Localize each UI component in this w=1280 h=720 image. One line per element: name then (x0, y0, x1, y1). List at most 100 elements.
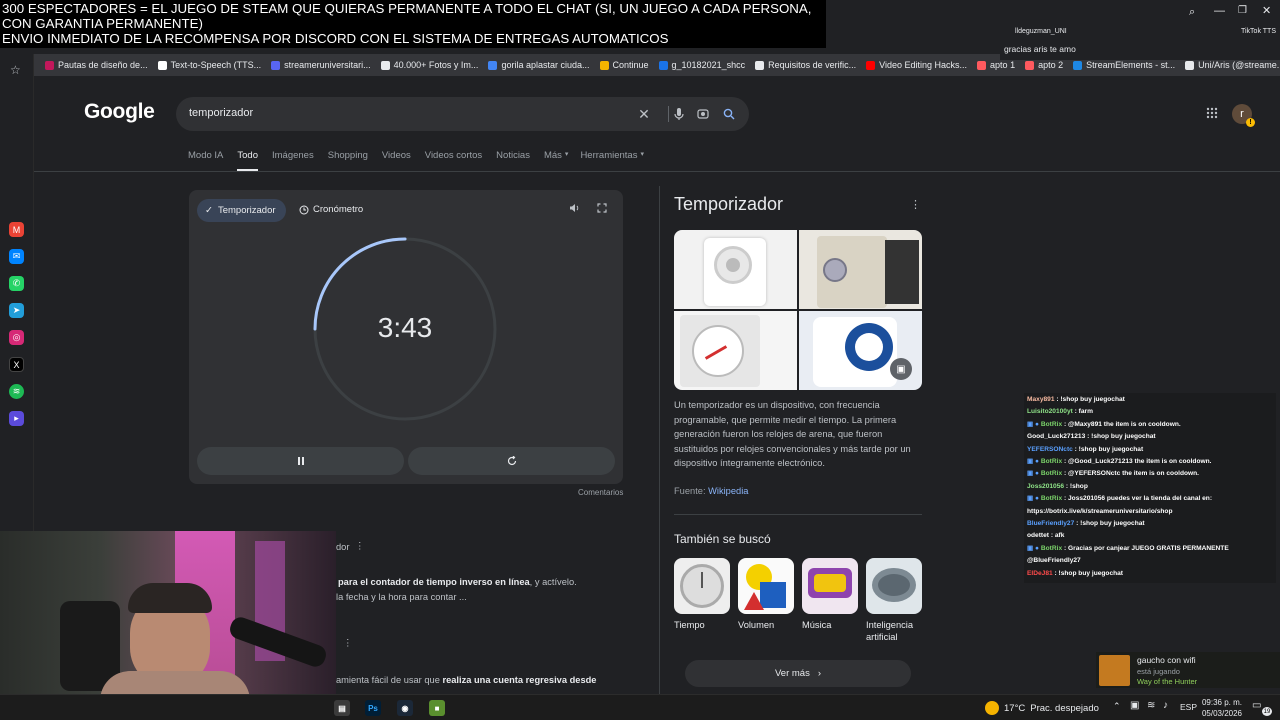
tab-todo[interactable]: Todo (237, 150, 258, 171)
chat-text: : @Maxy891 the item is on cooldown. (1062, 420, 1181, 428)
bookmark-item[interactable]: Text-to-Speech (TTS... (153, 54, 267, 76)
pause-button[interactable] (197, 447, 404, 475)
star-icon[interactable]: ☆ (10, 63, 21, 77)
timer-image-3[interactable] (674, 311, 797, 390)
sound-icon[interactable] (569, 203, 580, 216)
tab-noticias[interactable]: Noticias (496, 150, 530, 171)
lens-icon[interactable] (695, 106, 711, 122)
search-icon[interactable] (721, 106, 737, 122)
file-explorer-icon[interactable]: ▤ (334, 700, 350, 716)
wikipedia-link[interactable]: Wikipedia (708, 486, 748, 496)
tab-videos-cortos[interactable]: Videos cortos (425, 150, 482, 171)
volume-icon[interactable]: ♪ (1163, 700, 1168, 711)
x-icon[interactable]: X (9, 357, 24, 372)
result-menu-icon[interactable]: ⋮ (343, 638, 352, 649)
tab-imágenes[interactable]: Imágenes (272, 150, 314, 171)
wifi-icon[interactable]: ≋ (1147, 700, 1155, 711)
bookmark-item[interactable]: Requisitos de verific... (750, 54, 861, 76)
bookmark-favicon-icon (1185, 60, 1195, 70)
timer-image-2[interactable] (799, 230, 922, 309)
banner-line: ENVIO INMEDIATO DE LA RECOMPENSA POR DIS… (2, 31, 669, 46)
knowledge-description: Un temporizador es un dispositivo, con f… (674, 400, 911, 469)
close-window-icon[interactable]: ✕ (1262, 4, 1271, 17)
google-logo[interactable]: Google (84, 100, 155, 124)
tab-más[interactable]: Más (544, 150, 562, 171)
tab-stopwatch[interactable]: Cronómetro (299, 204, 363, 215)
chat-message: EIDeJ81 : !shop buy juegochat (1027, 570, 1123, 578)
bookmark-item[interactable]: g_10182021_shcc (654, 54, 751, 76)
result-menu-icon[interactable]: ⋮ (355, 541, 364, 552)
tab-shopping[interactable]: Shopping (328, 150, 368, 171)
related-label: Inteligencia artificial (866, 620, 914, 642)
bookmark-item[interactable]: streameruniversitari... (266, 54, 376, 76)
search-box[interactable]: temporizador ✕ (176, 97, 749, 131)
bookmark-favicon-icon (755, 60, 765, 70)
chat-text: : @Good_Luck271213 the item is on cooldo… (1062, 458, 1212, 465)
source-label: Fuente: (674, 486, 709, 496)
spotify-icon[interactable]: ≋ (9, 384, 24, 399)
related-searches: Tiempo Volumen Música Inteligencia artif… (674, 558, 922, 643)
tab-modo-ia[interactable]: Modo IA (188, 150, 223, 171)
chevron-down-icon: ▾ (640, 151, 644, 158)
clear-icon[interactable]: ✕ (636, 106, 652, 122)
image-gallery-icon[interactable]: ▣ (890, 358, 912, 380)
related-item[interactable]: Música (802, 558, 858, 643)
bookmark-label: 40.000+ Fotos y Im... (393, 60, 479, 70)
see-more-button[interactable]: Ver más › (685, 660, 911, 687)
tab-herramientas[interactable]: Herramientas (580, 150, 637, 171)
chat-username: EIDeJ81 (1027, 569, 1053, 577)
apps-grid-icon[interactable] (1206, 107, 1220, 121)
knowledge-images[interactable]: ▣ (674, 230, 922, 390)
language-indicator[interactable]: ESP (1180, 702, 1197, 712)
reset-button[interactable] (408, 447, 615, 475)
avatar[interactable]: r! (1232, 104, 1255, 127)
photoshop-icon[interactable]: Ps (365, 700, 381, 716)
avatar-initial: r (1240, 108, 1244, 120)
telegram-icon[interactable]: ➤ (9, 303, 24, 318)
related-item[interactable]: Volumen (738, 558, 794, 643)
related-label: Música (802, 620, 832, 630)
taskbar: ▤ Ps ◉ ■ 17°C Prac. despejado ⌃ ▣ ≋ ♪ ES… (0, 694, 1280, 720)
app-icon[interactable]: ▸ (9, 411, 24, 426)
activity-status: está jugando (1137, 667, 1180, 676)
result-snippet-line2: la fecha y la hora para contar ... (336, 592, 467, 602)
mic-icon[interactable] (668, 106, 684, 122)
messenger-icon[interactable]: ✉ (9, 249, 24, 264)
tray-expand-icon[interactable]: ⌃ (1113, 701, 1121, 712)
instagram-icon[interactable]: ◎ (9, 330, 24, 345)
bookmark-item[interactable]: 40.000+ Fotos y Im... (376, 54, 484, 76)
bookmark-item[interactable]: Pautas de diseño de... (40, 54, 153, 76)
search-input[interactable]: temporizador (189, 107, 253, 119)
clock[interactable]: 09:36 p. m. 05/03/2026 (1198, 697, 1242, 719)
chat-text: : !shop buy juegochat (1054, 396, 1125, 403)
related-item[interactable]: Tiempo (674, 558, 730, 643)
gmail-icon[interactable]: M (9, 222, 24, 237)
chat-text: : afk (1048, 532, 1065, 540)
more-options-icon[interactable]: ⋮ (910, 198, 921, 211)
comments-link[interactable]: Comentarios (578, 488, 623, 497)
steam-icon[interactable]: ◉ (397, 700, 413, 716)
bookmark-item[interactable]: gorila aplastar ciuda... (483, 54, 594, 76)
timer-image-1[interactable] (674, 230, 797, 309)
search-tabs-icon[interactable]: ⌕ (1189, 6, 1195, 19)
related-item[interactable]: Inteligencia artificial (866, 558, 922, 643)
restore-icon[interactable]: ❐ (1238, 5, 1247, 16)
bookmark-item[interactable]: Continue (595, 54, 654, 76)
chat-text: : !shop (1064, 482, 1088, 490)
minimize-icon[interactable]: — (1214, 5, 1225, 17)
tab-videos[interactable]: Videos (382, 150, 411, 171)
tray-icon[interactable]: ▣ (1130, 700, 1139, 711)
weather-widget[interactable]: 17°C Prac. despejado (985, 701, 1099, 715)
tab-timer[interactable]: ✓ Temporizador (197, 199, 286, 222)
search-tabs: Modo IA Todo Imágenes Shopping Videos Videos … (188, 150, 656, 171)
whatsapp-icon[interactable]: ✆ (9, 276, 24, 291)
bookmark-item[interactable]: Video Editing Hacks... (861, 54, 972, 76)
minecraft-icon[interactable]: ■ (429, 700, 445, 716)
fullscreen-icon[interactable] (597, 203, 607, 216)
related-image (674, 558, 730, 614)
timer-image-4[interactable]: ▣ (799, 311, 922, 390)
bookmark-label: streameruniversitari... (284, 60, 371, 70)
result-title-tail[interactable]: dor (336, 542, 349, 552)
chat-message: https://botrix.live/k/streameruniversita… (1027, 508, 1172, 516)
related-image (738, 558, 794, 614)
